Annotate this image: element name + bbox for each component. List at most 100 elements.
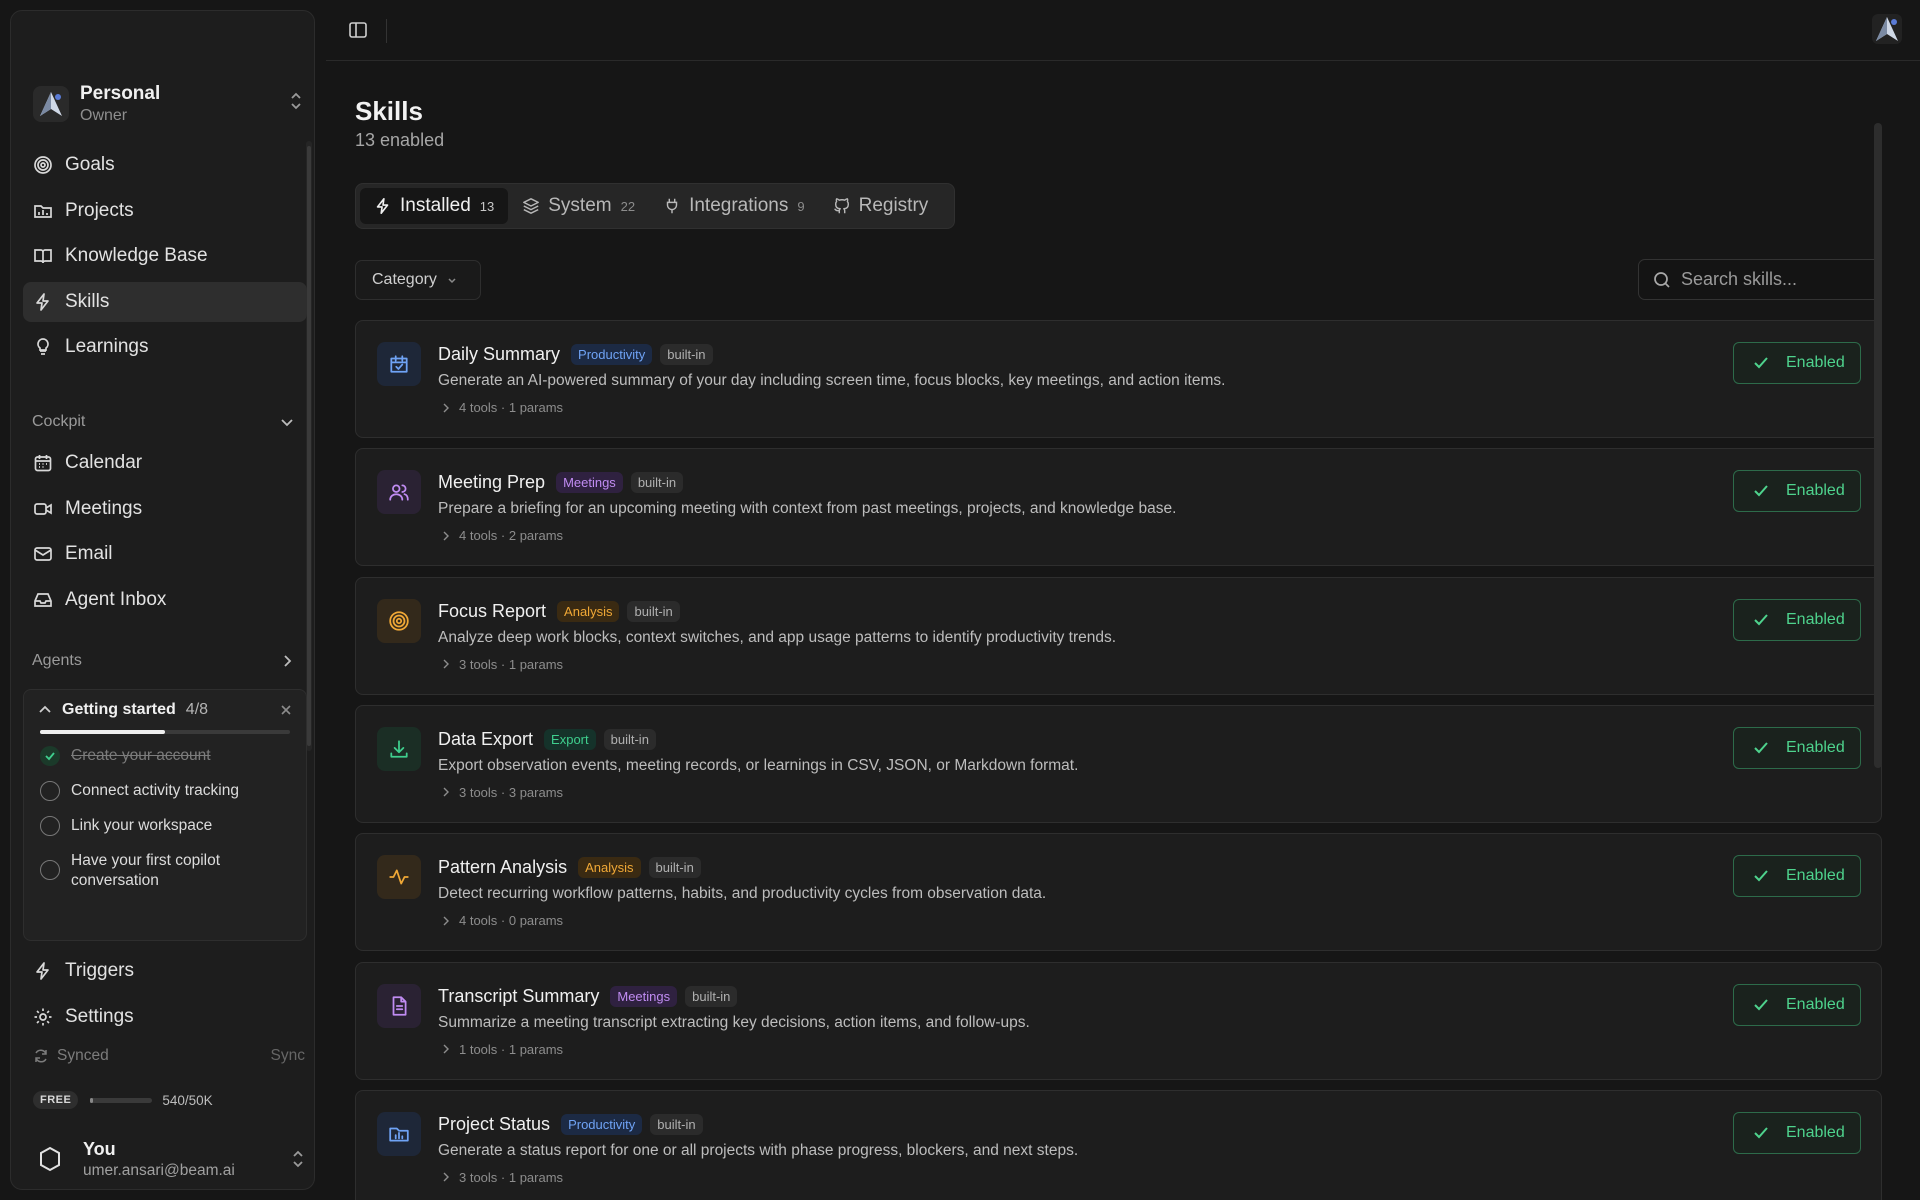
skill-icon-box bbox=[377, 470, 421, 515]
enabled-toggle-button[interactable]: Enabled bbox=[1733, 855, 1861, 898]
chevrons-up-down-icon[interactable] bbox=[291, 1149, 305, 1169]
chevron-right-icon bbox=[443, 787, 449, 797]
search-icon bbox=[1653, 271, 1671, 289]
cockpit-section-header[interactable]: Cockpit bbox=[32, 413, 294, 431]
enabled-toggle-button[interactable]: Enabled bbox=[1733, 598, 1861, 641]
enabled-toggle-button[interactable]: Enabled bbox=[1733, 470, 1861, 513]
circle-icon bbox=[40, 816, 60, 836]
checklist-item[interactable]: Link your workspace bbox=[40, 816, 294, 836]
checklist-item[interactable]: Create your account bbox=[40, 746, 294, 766]
skill-meta: 3 tools · 3 params bbox=[459, 784, 564, 800]
skill-meta-toggle[interactable]: 3 tools · 1 params bbox=[442, 657, 563, 672]
enabled-toggle-button[interactable]: Enabled bbox=[1733, 726, 1861, 769]
close-icon[interactable] bbox=[280, 704, 292, 716]
user-menu[interactable]: You umer.ansari@beam.ai bbox=[35, 1131, 305, 1187]
enabled-toggle-button[interactable]: Enabled bbox=[1733, 342, 1861, 384]
download-icon bbox=[390, 740, 408, 758]
nav-item-calendar[interactable]: Calendar bbox=[23, 443, 307, 483]
nav-item-label: Meetings bbox=[65, 497, 143, 519]
builtin-tag: built-in bbox=[660, 344, 713, 365]
nav-item-meetings[interactable]: Meetings bbox=[23, 489, 307, 529]
checklist-item[interactable]: Connect activity tracking bbox=[40, 781, 294, 801]
skill-meta-toggle[interactable]: 3 tools · 3 params bbox=[442, 785, 563, 800]
skill-card-daily-summary[interactable]: Daily Summary Productivity built-in Gene… bbox=[355, 320, 1882, 438]
skill-category-tag: Meetings bbox=[556, 472, 623, 494]
toolbar-divider bbox=[386, 19, 387, 43]
chevron-right-icon bbox=[443, 916, 449, 926]
skill-description: Summarize a meeting transcript extractin… bbox=[438, 1013, 1030, 1031]
skill-meta: 4 tools · 0 params bbox=[459, 913, 564, 929]
checklist-item[interactable]: Have your first copilot conversation bbox=[40, 851, 294, 891]
skill-card-pattern-analysis[interactable]: Pattern Analysis Analysis built-in Detec… bbox=[355, 833, 1882, 952]
builtin-tag: built-in bbox=[630, 472, 684, 494]
skill-description: Export observation events, meeting recor… bbox=[438, 756, 1079, 774]
chevron-up-icon[interactable] bbox=[38, 703, 52, 717]
skill-card-transcript-summary[interactable]: Transcript Summary Meetings built-in Sum… bbox=[355, 961, 1882, 1080]
check-icon bbox=[1754, 742, 1768, 754]
category-filter[interactable]: Category bbox=[355, 260, 481, 300]
users-icon bbox=[389, 484, 409, 501]
sync-button[interactable]: Sync bbox=[271, 1047, 305, 1065]
skill-card-data-export[interactable]: Data Export Export built-in Export obser… bbox=[355, 704, 1882, 823]
enabled-toggle-button[interactable]: Enabled bbox=[1733, 983, 1861, 1026]
nav-item-goals[interactable]: Goals bbox=[23, 145, 307, 185]
tab-label: Registry bbox=[858, 195, 929, 216]
lightbulb-icon bbox=[32, 336, 54, 358]
nav-item-email[interactable]: Email bbox=[23, 534, 307, 574]
skill-meta-toggle[interactable]: 4 tools · 0 params bbox=[442, 913, 563, 928]
nav-item-label: Settings bbox=[65, 1005, 134, 1027]
skill-icon-box bbox=[377, 855, 421, 900]
tab-label: Integrations bbox=[689, 195, 789, 216]
nav-item-knowledge-base[interactable]: Knowledge Base bbox=[23, 236, 307, 276]
skill-meta-toggle[interactable]: 1 tools · 1 params bbox=[442, 1042, 563, 1057]
plan-badge: FREE bbox=[33, 1091, 79, 1109]
enabled-label: Enabled bbox=[1786, 482, 1845, 500]
chevrons-up-down-icon[interactable] bbox=[289, 91, 303, 111]
user-name: You bbox=[83, 1138, 116, 1159]
nav-item-triggers[interactable]: Triggers bbox=[23, 951, 307, 991]
chevron-right-icon bbox=[443, 403, 449, 412]
skill-card-project-status[interactable]: Project Status Productivity built-in Gen… bbox=[355, 1089, 1882, 1200]
getting-started-header[interactable]: Getting started 4/8 bbox=[24, 690, 306, 730]
nav-item-label: Triggers bbox=[65, 960, 134, 981]
search-input[interactable] bbox=[1681, 269, 1871, 290]
calendar-check-icon bbox=[390, 355, 408, 373]
tab-installed[interactable]: Installed 13 bbox=[360, 188, 509, 224]
sidebar-toggle-icon[interactable] bbox=[348, 20, 368, 40]
workspace-avatar-icon[interactable] bbox=[1872, 14, 1902, 44]
nav-item-agent-inbox[interactable]: Agent Inbox bbox=[23, 580, 307, 620]
nav-item-learnings[interactable]: Learnings bbox=[23, 327, 307, 367]
agents-section-header[interactable]: Agents bbox=[32, 652, 294, 670]
main-scrollbar-thumb[interactable] bbox=[1874, 123, 1882, 768]
tab-registry[interactable]: Registry bbox=[819, 188, 943, 224]
check-icon bbox=[1754, 613, 1768, 626]
getting-started-list: Create your account Connect activity tra… bbox=[24, 734, 306, 891]
skill-meta: 4 tools · 1 params bbox=[459, 400, 564, 415]
lightning-icon bbox=[32, 291, 54, 313]
nav-item-projects[interactable]: Projects bbox=[23, 191, 307, 231]
gear-icon bbox=[32, 1006, 54, 1028]
skill-meta-toggle[interactable]: 3 tools · 1 params bbox=[442, 1170, 563, 1185]
getting-started-progress-fill bbox=[40, 730, 165, 734]
sidebar: Personal Owner Goals Projects Knowledge … bbox=[10, 10, 315, 1190]
enabled-label: Enabled bbox=[1786, 1123, 1845, 1141]
check-icon bbox=[1754, 998, 1768, 1010]
skill-meta-toggle[interactable]: 4 tools · 2 params bbox=[442, 528, 563, 543]
workspace-switcher[interactable]: Personal Owner bbox=[33, 69, 303, 139]
enabled-toggle-button[interactable]: Enabled bbox=[1733, 1111, 1861, 1154]
builtin-tag: built-in bbox=[650, 1113, 703, 1135]
nav-item-skills[interactable]: Skills bbox=[23, 281, 307, 322]
tab-system[interactable]: System 22 bbox=[508, 188, 649, 224]
skill-card-meeting-prep[interactable]: Meeting Prep Meetings built-in Prepare a… bbox=[355, 448, 1882, 567]
chevron-right-icon[interactable] bbox=[280, 654, 294, 668]
skill-card-focus-report[interactable]: Focus Report Analysis built-in Analyze d… bbox=[355, 576, 1882, 695]
tab-integrations[interactable]: Integrations 9 bbox=[649, 188, 819, 224]
top-bar bbox=[326, 0, 1920, 61]
chevron-down-icon[interactable] bbox=[280, 415, 294, 429]
nav-item-settings[interactable]: Settings bbox=[23, 997, 307, 1037]
builtin-tag: built-in bbox=[685, 985, 738, 1007]
workspace-name: Personal bbox=[80, 83, 161, 104]
tab-label: System bbox=[548, 195, 612, 216]
skill-meta-toggle[interactable]: 4 tools · 1 params bbox=[442, 400, 563, 415]
sidebar-scrollbar-thumb[interactable] bbox=[307, 146, 311, 746]
